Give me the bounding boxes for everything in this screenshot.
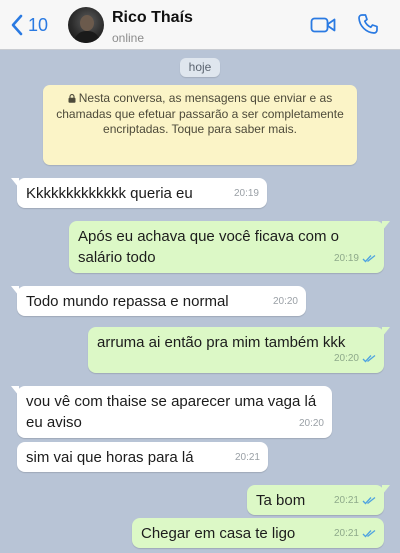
chevron-left-icon <box>11 14 23 36</box>
message-time: 20:20 <box>272 296 298 307</box>
contact-status: online <box>112 31 145 45</box>
message-time: 20:20 <box>333 353 359 364</box>
double-check-icon <box>362 496 376 505</box>
message-text: Após eu achava que você ficava com o sal… <box>78 228 339 266</box>
message-text: Chegar em casa te ligo <box>141 525 296 542</box>
message-outgoing[interactable]: Chegar em casa te ligo 20:21 <box>132 518 384 548</box>
message-outgoing[interactable]: arruma ai então pra mim também kkk 20:20 <box>88 327 390 373</box>
avatar[interactable] <box>68 7 104 43</box>
encryption-notice[interactable]: Nesta conversa, as mensagens que enviar … <box>43 85 357 165</box>
message-incoming[interactable]: Todo mundo repassa e normal 20:20 <box>11 286 306 316</box>
chat-area[interactable]: hoje Nesta conversa, as mensagens que en… <box>0 51 400 553</box>
contact-name[interactable]: Rico Thaís <box>112 9 193 27</box>
message-text: Ta bom <box>256 492 306 509</box>
encryption-notice-text: Nesta conversa, as mensagens que enviar … <box>56 91 344 136</box>
unread-count: 10 <box>28 14 49 35</box>
message-time: 20:20 <box>298 418 324 429</box>
phone-icon[interactable] <box>357 13 379 35</box>
message-time: 20:21 <box>333 528 359 539</box>
message-outgoing[interactable]: Ta bom 20:21 <box>247 485 390 515</box>
message-time: 20:21 <box>333 495 359 506</box>
message-incoming[interactable]: sim vai que horas para lá 20:21 <box>17 442 268 472</box>
lock-icon <box>68 94 76 103</box>
message-text: vou vê com thaise se aparecer uma vaga l… <box>26 393 317 431</box>
video-camera-icon[interactable] <box>310 15 336 35</box>
double-check-icon <box>362 354 376 363</box>
date-badge: hoje <box>180 58 220 77</box>
double-check-icon <box>362 529 376 538</box>
message-text: sim vai que horas para lá <box>26 449 194 466</box>
message-time: 20:21 <box>234 452 260 463</box>
chat-header: 10 Rico Thaís online <box>0 0 400 50</box>
message-time: 20:19 <box>233 188 259 199</box>
double-check-icon <box>362 254 376 263</box>
message-incoming[interactable]: Kkkkkkkkkkkkk queria eu 20:19 <box>11 178 267 208</box>
message-incoming[interactable]: vou vê com thaise se aparecer uma vaga l… <box>11 386 332 438</box>
message-text: Todo mundo repassa e normal <box>26 293 229 310</box>
message-outgoing[interactable]: Após eu achava que você ficava com o sal… <box>69 221 390 273</box>
message-time: 20:19 <box>333 253 359 264</box>
message-text: Kkkkkkkkkkkkk queria eu <box>26 185 193 202</box>
back-button[interactable]: 10 <box>10 12 48 38</box>
message-text: arruma ai então pra mim também kkk <box>97 334 346 351</box>
